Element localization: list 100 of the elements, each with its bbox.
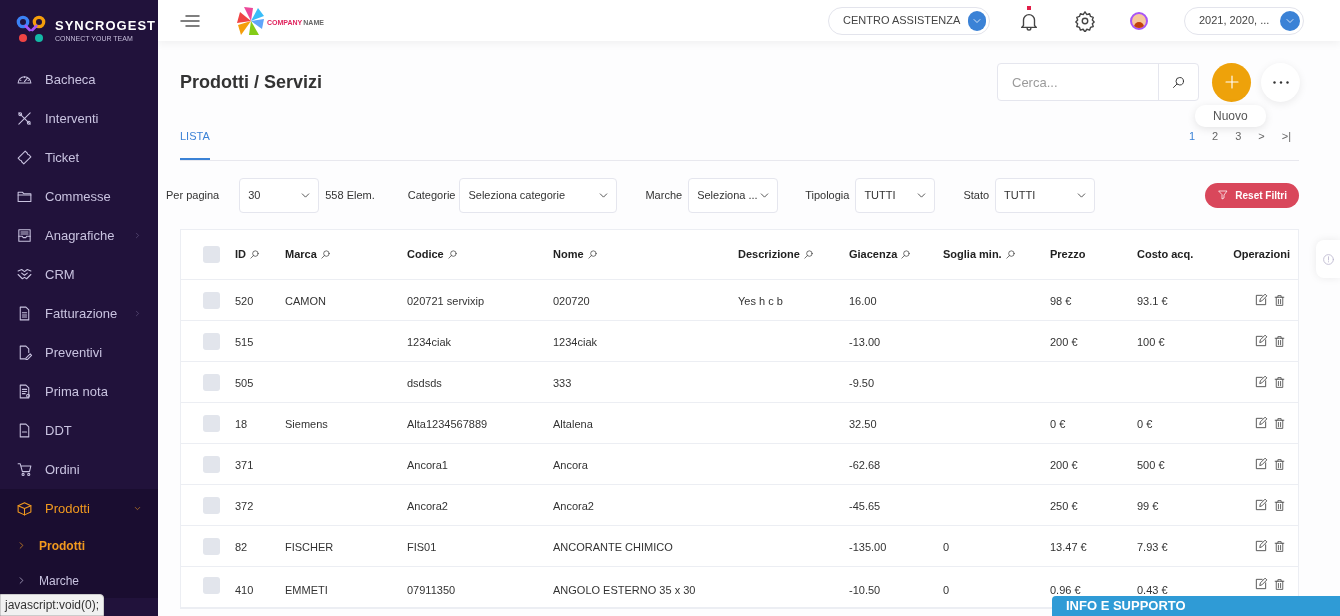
trash-icon[interactable] [1273,457,1286,471]
status-url: javascript:void(0); [0,594,105,616]
edit-icon[interactable] [1254,293,1268,307]
checkbox[interactable] [203,537,220,555]
edit-icon[interactable] [1254,375,1268,389]
search-input[interactable]: Cerca... [998,64,1158,100]
sidebar-item[interactable]: Prima nota [0,372,158,411]
table-cell: -9.50 [849,377,875,389]
search-icon[interactable] [446,249,458,260]
sidebar-item[interactable]: Prodotti [0,489,158,528]
sidebar-item[interactable]: Commesse [0,177,158,216]
table-cell: 0 € [1137,418,1153,430]
filter-label: Categorie [407,187,456,203]
filter-icon [1217,189,1230,201]
filter-label: Stato [963,187,990,203]
edit-icon[interactable] [1254,457,1268,471]
select-field[interactable]: Seleziona ... [688,177,779,213]
search-icon[interactable] [900,249,912,260]
table-cell: 1234ciak [407,336,452,348]
checkbox[interactable] [203,246,220,263]
table-cell: ANGOLO ESTERNO 35 x 30 [553,584,696,596]
edit-icon[interactable] [1254,539,1268,553]
column-header: Prezzo [1050,247,1086,263]
table-cell: Yes h c b [738,295,783,307]
sidebar-item[interactable]: Anagrafiche [0,216,158,255]
trash-icon[interactable] [1273,293,1286,307]
sidebar-item[interactable]: Ordini [0,450,158,489]
table-cell: Ancora [553,459,588,471]
table-cell: FISCHER [285,541,334,553]
tooltip: Nuovo [1195,104,1266,127]
table-cell: 7.93 € [1137,541,1168,553]
page-link[interactable]: 1 [1188,127,1196,144]
table-cell: 200 € [1050,336,1078,348]
edit-icon[interactable] [1254,334,1268,348]
tools-icon [16,110,33,127]
sidebar-item[interactable]: Ticket [0,138,158,177]
page-link[interactable]: >| [1281,127,1291,144]
search-icon[interactable] [319,249,331,260]
table-cell: Ancora2 [553,500,594,512]
page-link[interactable]: > [1258,127,1265,144]
reset-filters-button[interactable]: Reset Filtri [1205,182,1299,208]
sidebar-item[interactable]: Bacheca [0,60,158,99]
filter-label: Per pagina [166,187,220,203]
edit-icon[interactable] [1254,416,1268,430]
table-cell: 13.47 € [1050,541,1087,553]
table-cell: 0 € [1050,418,1066,430]
table-cell: -13.00 [849,336,881,348]
table-cell: -62.68 [849,459,881,471]
select-field[interactable]: TUTTI [995,177,1096,213]
edit-icon[interactable] [1254,498,1268,512]
table-cell: 250 € [1050,500,1078,512]
filter-label: Marche [645,187,683,203]
tab[interactable]: LISTA [180,127,210,160]
search-icon[interactable] [802,249,814,260]
checkbox[interactable] [203,577,220,594]
table-cell: 505 [235,377,254,389]
checkbox[interactable] [203,455,220,473]
select-field[interactable]: TUTTI [855,177,936,213]
sidebar-item[interactable]: DDT [0,411,158,450]
ticket-icon [16,149,33,166]
table-cell: 371 [235,459,254,471]
checkbox[interactable] [203,414,220,432]
trash-icon[interactable] [1273,498,1286,512]
trash-icon[interactable] [1273,416,1286,430]
avatar[interactable] [1130,11,1148,30]
column-header: Operazioni [1233,247,1290,263]
search-icon[interactable] [586,249,598,260]
table-cell: 98 € [1050,295,1072,307]
sidebar-item[interactable]: Fatturazione [0,294,158,333]
column-header: Descrizione [738,247,800,263]
search-icon[interactable] [249,249,260,260]
table-cell: 0 [943,584,950,596]
column-header: Giacenza [849,247,898,263]
edit-icon[interactable] [1254,577,1268,591]
settings-icon[interactable] [1074,9,1096,32]
table-cell: CAMON [285,295,326,307]
column-header: ID [235,247,246,263]
page-link[interactable]: 2 [1212,127,1219,144]
table-cell: 020720 [553,295,590,307]
select-field[interactable]: 30 [239,177,320,213]
sidebar-item[interactable]: Preventivi [0,333,158,372]
checkbox[interactable] [203,373,220,391]
page-link[interactable]: 3 [1235,127,1242,144]
search-icon[interactable] [1004,249,1016,260]
submenu-item[interactable]: Prodotti [0,528,158,563]
sidebar-item[interactable]: Interventi [0,99,158,138]
trash-icon[interactable] [1273,539,1286,553]
table-cell: Ancora2 [407,500,448,512]
trash-icon[interactable] [1273,334,1286,348]
trash-icon[interactable] [1273,375,1286,389]
select-field[interactable]: Seleziona categorie [459,177,618,213]
checkbox[interactable] [203,291,220,309]
column-header: Soglia min. [943,247,1002,263]
filter-label: Tipologia [805,187,850,203]
search-field[interactable]: Cerca... [997,63,1199,101]
sidebar-item[interactable]: CRM [0,255,158,294]
checkbox[interactable] [203,332,220,350]
trash-icon[interactable] [1273,577,1286,591]
table-cell: 18 [235,418,248,430]
checkbox[interactable] [203,496,220,514]
